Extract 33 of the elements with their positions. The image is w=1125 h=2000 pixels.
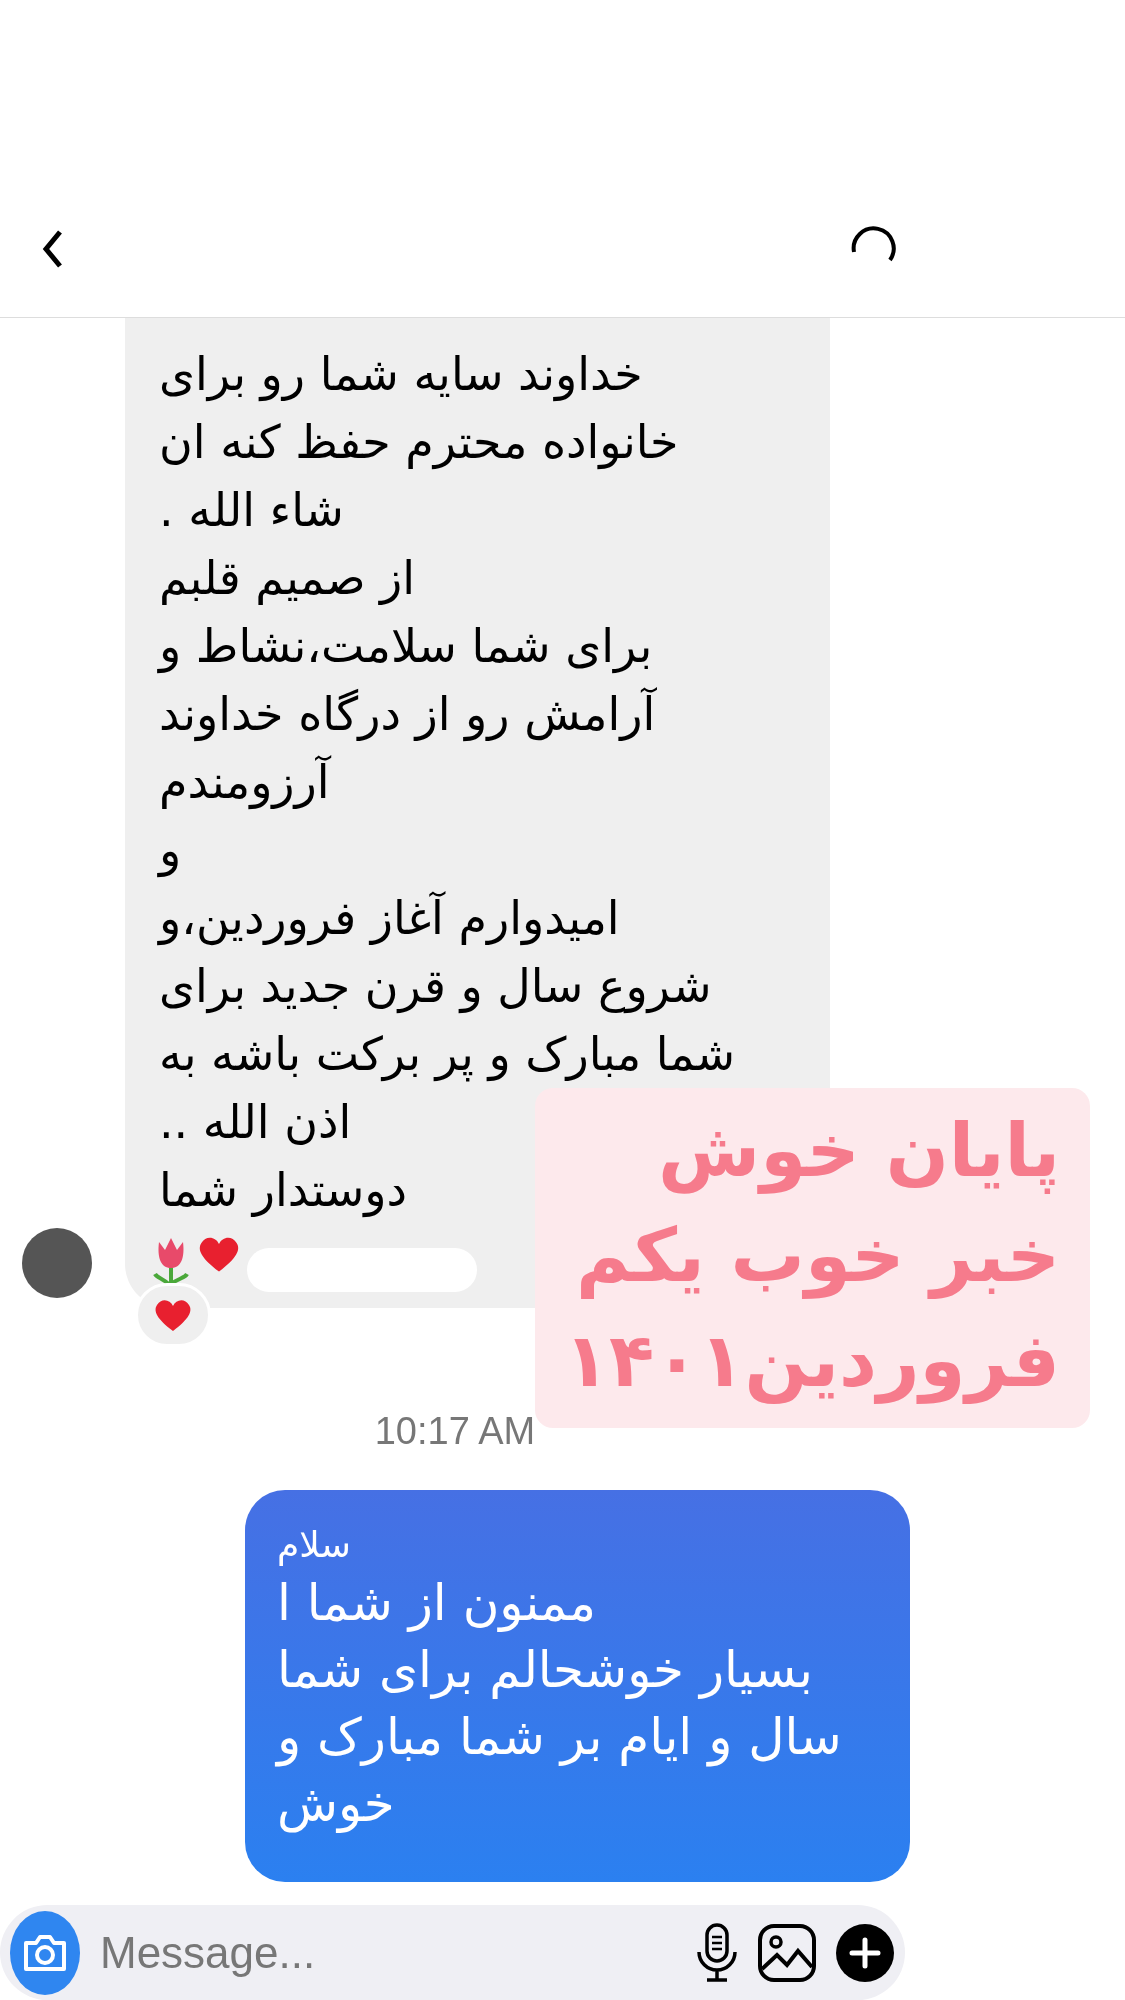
message-line: شاء الله . <box>159 482 345 539</box>
caption-line: خبر خوب یکم <box>574 1211 1060 1301</box>
message-line: شما مبارک و پر برکت باشه به <box>159 1026 736 1084</box>
camera-icon <box>22 1932 68 1973</box>
message-field[interactable]: Message... <box>0 1905 905 2000</box>
camera-button[interactable] <box>10 1910 80 1995</box>
heart-icon <box>153 1297 193 1333</box>
caption-line: پایان خوش <box>657 1106 1060 1196</box>
microphone-button[interactable] <box>695 1921 739 1984</box>
gallery-button[interactable] <box>757 1922 817 1983</box>
message-line: آرزومندم <box>159 754 333 812</box>
caption-line: فروردین۱۴۰۱ <box>565 1316 1060 1406</box>
image-icon <box>757 1922 817 1983</box>
message-line: ممنون از شما ا <box>277 1573 597 1634</box>
message-line: بسیار خوشحالم برای شما <box>277 1640 814 1701</box>
message-line: خانواده محترم حفظ کنه ان <box>159 414 680 472</box>
message-line: برای شما سلامت،نشاط و <box>159 618 654 676</box>
message-line: خوش <box>277 1774 396 1835</box>
message-line: امیدوارم آغاز فروردین،و <box>159 890 621 948</box>
microphone-icon <box>695 1921 739 1984</box>
add-button[interactable] <box>835 1922 895 1983</box>
message-line: خداوند سایه شما رو برای <box>159 346 644 404</box>
message-line: و <box>159 822 183 880</box>
plus-icon <box>835 1922 895 1983</box>
message-input[interactable]: Message... <box>98 1918 677 1987</box>
message-line: شروع سال و قرن جدید برای <box>159 958 713 1016</box>
greeting-text: سلام <box>277 1524 351 1565</box>
message-line: اذن الله .. <box>159 1094 353 1151</box>
message-line: سال و ایام بر شما مبارک و <box>277 1707 843 1769</box>
timestamp: 10:17 AM <box>373 1409 537 1454</box>
message-line: از صمیم قلبم <box>159 550 417 607</box>
message-line: آرامش رو از درگاه خداوند <box>159 686 658 744</box>
back-icon[interactable] <box>40 228 64 270</box>
